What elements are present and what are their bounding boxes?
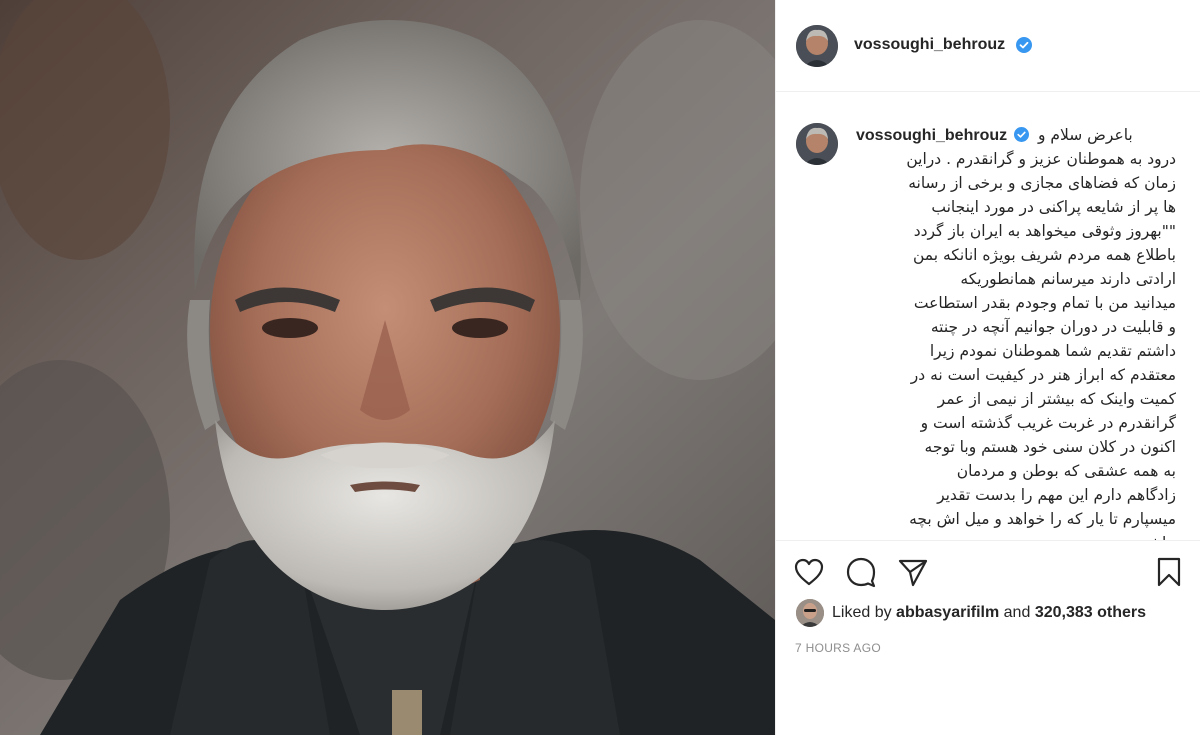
verified-badge-icon: [1016, 37, 1032, 53]
post-photo[interactable]: [0, 0, 775, 735]
caption-line: ها پر از شایعه پراکنی در مورد اینجانب: [931, 198, 1176, 216]
likes-prefix: Liked by: [832, 604, 892, 621]
caption-line: کمیت واینک که بیشتر از نیمی از عمر: [937, 390, 1176, 408]
caption-line: زمان که فضاهای مجازی و برخی از رسانه: [908, 174, 1176, 192]
caption-line: ارادتی دارند میرسانم همانطوریکه: [960, 270, 1176, 288]
author-avatar[interactable]: [796, 25, 838, 67]
likes-others-count[interactable]: 320,383 others: [1035, 604, 1146, 621]
author-username[interactable]: vossoughi_behrouz: [854, 36, 1005, 54]
liker-username[interactable]: abbasyarifilm: [896, 604, 999, 621]
caption-opening: باعرض سلام و: [1038, 126, 1133, 144]
post-side-panel: vossoughi_behrouz vossoughi_behrouz باعر…: [775, 0, 1200, 735]
verified-badge-icon: [1014, 127, 1030, 142]
caption-text: vossoughi_behrouz باعرض سلام و درود به ه…: [856, 123, 1176, 540]
caption-line: ""بهروز وثوقی میخواهد به ایران باز گردد: [913, 222, 1176, 240]
likes-summary: Liked by abbasyarifilm and 320,383 other…: [832, 604, 1146, 622]
caption-line: و قابلیت در دوران جوانیم آنچه در چنته: [930, 318, 1176, 336]
post-header: vossoughi_behrouz: [776, 0, 1200, 92]
caption-line: زادگاهم دارم این مهم را بدست تقدیر: [937, 486, 1176, 504]
post-timestamp[interactable]: 7 HOURS AGO: [795, 641, 881, 655]
caption-line: .باشد: [856, 531, 1176, 540]
caption-line: به همه عشقی که بوطن و مردمان: [956, 462, 1176, 480]
liker-avatar[interactable]: [796, 599, 824, 627]
caption-line: میسپارم تا یار که را خواهد و میل اش بچه: [909, 510, 1176, 528]
caption-line: میدانید من با تمام وجودم بقدر استطاعت: [913, 294, 1176, 312]
caption-line: داشتم تقدیم شما هموطنان نمودم زیرا: [929, 342, 1176, 360]
caption-line: درود به هموطنان عزیز و گرانقدرم . دراین: [906, 150, 1176, 168]
caption-line: اکنون در کلان سنی خود هستم وبا توجه: [924, 438, 1176, 456]
portrait-image: [0, 0, 775, 735]
comment-icon[interactable]: [844, 555, 878, 589]
caption-area: vossoughi_behrouz باعرض سلام و درود به ه…: [776, 93, 1200, 540]
caption-line: معتقدم که ابراز هنر در کیفیت است نه در: [910, 366, 1176, 384]
caption-first-line: vossoughi_behrouz باعرض سلام و: [856, 123, 1176, 147]
share-icon[interactable]: [896, 555, 930, 589]
heart-icon[interactable]: [792, 555, 826, 589]
likes-row: Liked by abbasyarifilm and 320,383 other…: [776, 596, 1200, 630]
caption-author-avatar[interactable]: [796, 123, 838, 165]
caption-username[interactable]: vossoughi_behrouz: [856, 127, 1007, 144]
action-bar: [776, 540, 1200, 604]
likes-and: and: [1003, 604, 1031, 621]
caption-line: باطلاع همه مردم شریف بویژه انانکه بمن: [912, 246, 1176, 264]
bookmark-icon[interactable]: [1152, 555, 1186, 589]
caption-line: گرانقدرم در غربت غریب گذشته است و: [920, 414, 1176, 432]
